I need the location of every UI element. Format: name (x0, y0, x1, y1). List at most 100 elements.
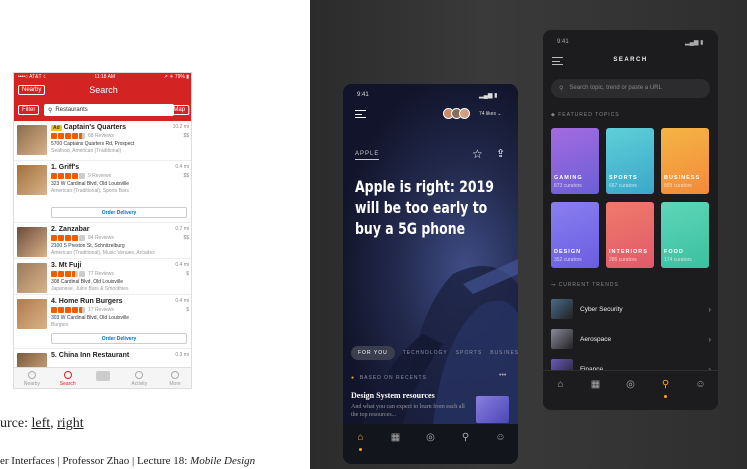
slide-footer: er Interfaces | Professor Zhao | Lecture… (0, 455, 255, 467)
article-category[interactable]: APPLE (355, 151, 380, 160)
compass-icon[interactable]: ◎ (424, 432, 438, 464)
star-icon (79, 173, 85, 179)
distance: 0.4 mi (175, 164, 189, 170)
tab-activity[interactable]: Activity (121, 368, 157, 388)
tab-check-in[interactable] (86, 368, 122, 388)
tab-search[interactable]: Search (50, 368, 86, 388)
topic-tile-sports[interactable]: SPORTS 667 curators (606, 128, 654, 194)
distance: 0.4 mi (175, 262, 189, 268)
menu-icon[interactable] (552, 57, 563, 65)
tab-business[interactable]: BUSINESS (490, 350, 518, 356)
star-icon (79, 271, 85, 277)
source-right-link[interactable]: right (57, 416, 83, 431)
search-input[interactable]: ⚲ Search topic, trend or paste a URL (551, 79, 710, 98)
star-icon[interactable]: ☆ (472, 147, 483, 161)
star-icon (72, 271, 78, 277)
star-icon (72, 173, 78, 179)
topic-count: 667 curators (609, 183, 637, 189)
search-icon: ⚲ (48, 107, 53, 114)
topic-tile-gaming[interactable]: GAMING 873 curators (551, 128, 599, 194)
bottom-nav: ⌂ ▦ ◎ ⚲ ☺ (343, 424, 518, 464)
address: 5700 Captains Quarters Rd, Prospect (51, 141, 135, 147)
star-icon (58, 235, 64, 241)
map-button[interactable]: Map (169, 105, 189, 115)
search-icon[interactable]: ⚲ (659, 379, 673, 410)
chevron-right-icon: › (708, 304, 711, 314)
trend-item[interactable]: Cyber Security › (551, 298, 711, 320)
topic-name: INTERIORS (609, 249, 648, 255)
battery-text: ↗ ✳ 79% ▮ (163, 74, 189, 80)
source-caption: urce: left, right (0, 416, 84, 432)
topic-tile-interiors[interactable]: INTERIORS 286 curators (606, 202, 654, 268)
section-label: ↝ CURRENT TRENDS (551, 282, 619, 288)
topic-tile-business[interactable]: BUSINESS 893 curators (661, 128, 709, 194)
restaurant-name[interactable]: 3. Mt Fuji (51, 262, 81, 269)
news-phone: 9:41 ▂▄▆ ▮ 74 likes ⌄ APPLE ☆ ⇪ Apple is… (343, 84, 518, 464)
list-item[interactable]: Ad Captain's Quarters 10.2 mi $$ 68 Reviews 5… (14, 121, 191, 161)
home-icon[interactable]: ⌂ (554, 379, 568, 410)
chevron-right-icon: › (708, 334, 711, 344)
profile-icon[interactable]: ☺ (694, 379, 708, 410)
star-icon (58, 307, 64, 313)
topic-count: 893 curators (664, 183, 692, 189)
section-label: ◆ FEATURED TOPICS (551, 112, 620, 118)
topic-tile-design[interactable]: DESIGN 352 curators (551, 202, 599, 268)
home-icon[interactable]: ⌂ (354, 432, 368, 464)
trend-item[interactable]: Aerospace › (551, 328, 711, 350)
price-level: $$ (183, 235, 189, 241)
tab-label: Activity (131, 381, 148, 387)
grid-icon[interactable]: ▦ (589, 379, 603, 410)
tab-technology[interactable]: TECHNOLOGY (403, 350, 448, 356)
search-icon: ⚲ (559, 86, 564, 92)
star-icon (51, 133, 57, 139)
share-icon[interactable]: ⇪ (496, 147, 505, 160)
restaurant-photo (17, 227, 47, 257)
tab-for-you[interactable]: FOR YOU (351, 346, 395, 360)
star-icon (65, 235, 71, 241)
source-left-link[interactable]: left (31, 416, 50, 431)
restaurant-name[interactable]: 2. Zanzabar (51, 226, 90, 233)
article-title[interactable]: Apple is right: 2019 will be too early t… (355, 176, 503, 239)
tab-more[interactable]: More (157, 368, 191, 388)
price-level: $ (186, 307, 189, 313)
restaurant-name[interactable]: Ad Captain's Quarters (51, 124, 126, 131)
article-card[interactable]: Design System resources And what you can… (351, 391, 471, 419)
restaurant-name[interactable]: 1. Griff's (51, 164, 79, 171)
star-icon (72, 307, 78, 313)
restaurant-name[interactable]: 5. China Inn Restaurant (51, 352, 129, 359)
filter-button[interactable]: Filter (18, 105, 40, 115)
order-delivery-button[interactable]: Order Delivery (51, 333, 187, 344)
tab-sports[interactable]: SPORTS (456, 350, 482, 356)
restaurant-photo (17, 125, 47, 155)
list-item[interactable]: 3. Mt Fuji 0.4 mi $77 Reviews 308 Cardinal … (14, 259, 191, 295)
avatar (459, 108, 470, 119)
restaurant-photo (17, 165, 47, 195)
yelp-header: Nearby Search (14, 82, 191, 99)
review-count: 77 Reviews (88, 271, 114, 277)
list-item[interactable]: 1. Griff's 0.4 mi $$ 9 Reviews 323 W Cardina… (14, 161, 191, 223)
profile-icon[interactable]: ☺ (494, 432, 508, 464)
clock-text: 9:41 (557, 39, 569, 45)
distance: 0.7 mi (175, 226, 189, 232)
compass-icon[interactable]: ◎ (624, 379, 638, 410)
order-delivery-button[interactable]: Order Delivery (51, 207, 187, 218)
building-art (363, 259, 518, 424)
search-input[interactable]: ⚲ Restaurants (44, 104, 174, 116)
likes-count[interactable]: 74 likes ⌄ (479, 111, 502, 117)
list-item[interactable]: 2. Zanzabar 0.7 mi $$ 84 Reviews 2100 S Pres… (14, 223, 191, 259)
menu-icon[interactable] (355, 110, 366, 118)
tab-bar: Nearby Search Activity More (14, 367, 191, 388)
grid-icon[interactable]: ▦ (389, 432, 403, 464)
more-icon[interactable]: ••• (499, 372, 506, 379)
trends-label: CURRENT TRENDS (558, 282, 619, 288)
tab-nearby[interactable]: Nearby (14, 368, 50, 388)
trend-thumbnail (551, 299, 573, 319)
star-icon (79, 307, 85, 313)
list-item[interactable]: 4. Home Run Burgers 0.4 mi $17 Reviews 303 … (14, 295, 191, 349)
search-icon[interactable]: ⚲ (459, 432, 473, 464)
star-rating: 68 Reviews (51, 133, 114, 139)
topic-tile-food[interactable]: FOOD 174 curators (661, 202, 709, 268)
category: Seafood, American (Traditional) (51, 148, 122, 154)
star-icon (58, 133, 64, 139)
restaurant-name[interactable]: 4. Home Run Burgers (51, 298, 123, 305)
